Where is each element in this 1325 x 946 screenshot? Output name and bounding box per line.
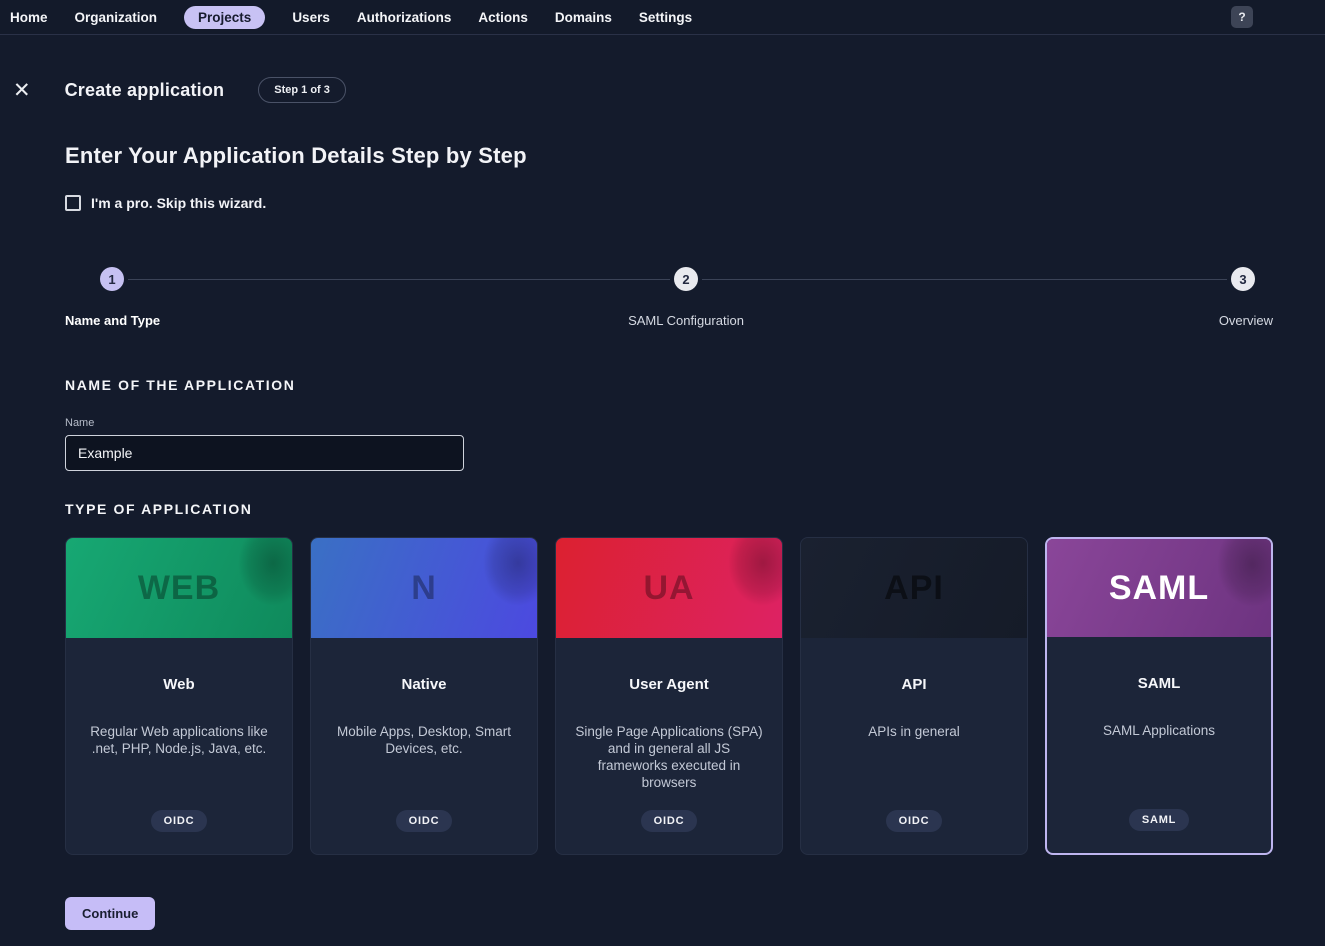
wizard-stepper: 1 2 3 Name and Type SAML Configuration O… (65, 267, 1273, 333)
help-button[interactable]: ? (1231, 6, 1253, 28)
wizard-heading: Enter Your Application Details Step by S… (65, 143, 1273, 169)
protocol-badge: OIDC (151, 810, 208, 832)
app-type-card-native[interactable]: N Native Mobile Apps, Desktop, Smart Dev… (310, 537, 538, 855)
header-blob-decoration (728, 537, 783, 606)
name-field-label: Name (65, 417, 1273, 429)
app-type-card-grid: WEB Web Regular Web applications like .n… (65, 537, 1273, 855)
card-body: User Agent Single Page Applications (SPA… (556, 638, 782, 854)
card-description: APIs in general (868, 723, 960, 740)
continue-button[interactable]: Continue (65, 897, 155, 930)
nav-item-domains[interactable]: Domains (555, 10, 612, 25)
app-type-card-user-agent[interactable]: UA User Agent Single Page Applications (… (555, 537, 783, 855)
card-description: SAML Applications (1103, 722, 1215, 739)
protocol-badge: OIDC (396, 810, 453, 832)
protocol-badge: OIDC (886, 810, 943, 832)
step-circle-1[interactable]: 1 (100, 267, 124, 291)
card-title: API (901, 676, 926, 693)
nav-item-projects[interactable]: Projects (184, 6, 265, 29)
type-section: TYPE OF APPLICATION WEB Web Regular Web … (65, 501, 1273, 855)
card-initials: SAML (1109, 569, 1209, 608)
step-progress-badge: Step 1 of 3 (258, 77, 346, 103)
name-input[interactable] (65, 435, 464, 471)
card-title: Native (401, 676, 446, 693)
app-type-card-api[interactable]: API API APIs in general OIDC (800, 537, 1028, 855)
protocol-badge: SAML (1129, 809, 1189, 831)
skip-wizard-checkbox[interactable] (65, 195, 81, 211)
card-initials: API (884, 569, 944, 608)
type-section-title: TYPE OF APPLICATION (65, 501, 1273, 517)
card-description: Single Page Applications (SPA) and in ge… (572, 723, 766, 791)
card-body: Web Regular Web applications like .net, … (66, 638, 292, 854)
footer-actions: Continue (65, 897, 1273, 946)
close-icon[interactable]: ✕ (13, 80, 31, 101)
skip-wizard-label: I'm a pro. Skip this wizard. (91, 195, 266, 211)
nav-item-users[interactable]: Users (292, 10, 330, 25)
skip-wizard-row: I'm a pro. Skip this wizard. (65, 195, 1273, 211)
step-label-saml-configuration: SAML Configuration (628, 313, 744, 328)
protocol-badge: OIDC (641, 810, 698, 832)
nav-item-home[interactable]: Home (10, 10, 48, 25)
card-header-native: N (311, 538, 537, 638)
card-header-api: API (801, 538, 1027, 638)
header-blob-decoration (238, 537, 293, 606)
card-initials: WEB (138, 569, 220, 608)
nav-item-settings[interactable]: Settings (639, 10, 692, 25)
name-section: NAME OF THE APPLICATION Name (65, 377, 1273, 471)
card-header-saml: SAML (1047, 539, 1271, 637)
card-body: SAML SAML Applications SAML (1047, 637, 1271, 853)
app-type-card-web[interactable]: WEB Web Regular Web applications like .n… (65, 537, 293, 855)
nav-item-actions[interactable]: Actions (478, 10, 528, 25)
stepper-line (702, 279, 1227, 280)
card-header-web: WEB (66, 538, 292, 638)
card-title: SAML (1138, 675, 1181, 692)
header-blob-decoration (1217, 537, 1273, 607)
header-blob-decoration (483, 537, 538, 606)
app-type-card-saml[interactable]: SAML SAML SAML Applications SAML (1045, 537, 1273, 855)
wizard-content: Enter Your Application Details Step by S… (0, 143, 1325, 946)
step-circle-3[interactable]: 3 (1231, 267, 1255, 291)
stepper-line (128, 279, 670, 280)
card-description: Mobile Apps, Desktop, Smart Devices, etc… (327, 723, 521, 757)
card-body: API APIs in general OIDC (801, 638, 1027, 854)
nav-item-organization[interactable]: Organization (75, 10, 158, 25)
page-title: Create application (65, 80, 225, 101)
step-label-name-and-type: Name and Type (65, 313, 160, 328)
card-title: User Agent (629, 676, 708, 693)
page-header: ✕ Create application Step 1 of 3 (0, 35, 1325, 103)
card-title: Web (163, 676, 194, 693)
card-header-user-agent: UA (556, 538, 782, 638)
card-body: Native Mobile Apps, Desktop, Smart Devic… (311, 638, 537, 854)
step-circle-2[interactable]: 2 (674, 267, 698, 291)
card-initials: N (411, 569, 437, 608)
card-initials: UA (643, 569, 694, 608)
step-label-overview: Overview (1219, 313, 1273, 328)
name-section-title: NAME OF THE APPLICATION (65, 377, 1273, 393)
card-description: Regular Web applications like .net, PHP,… (82, 723, 276, 757)
nav-item-authorizations[interactable]: Authorizations (357, 10, 452, 25)
top-navigation: Home Organization Projects Users Authori… (0, 0, 1325, 35)
